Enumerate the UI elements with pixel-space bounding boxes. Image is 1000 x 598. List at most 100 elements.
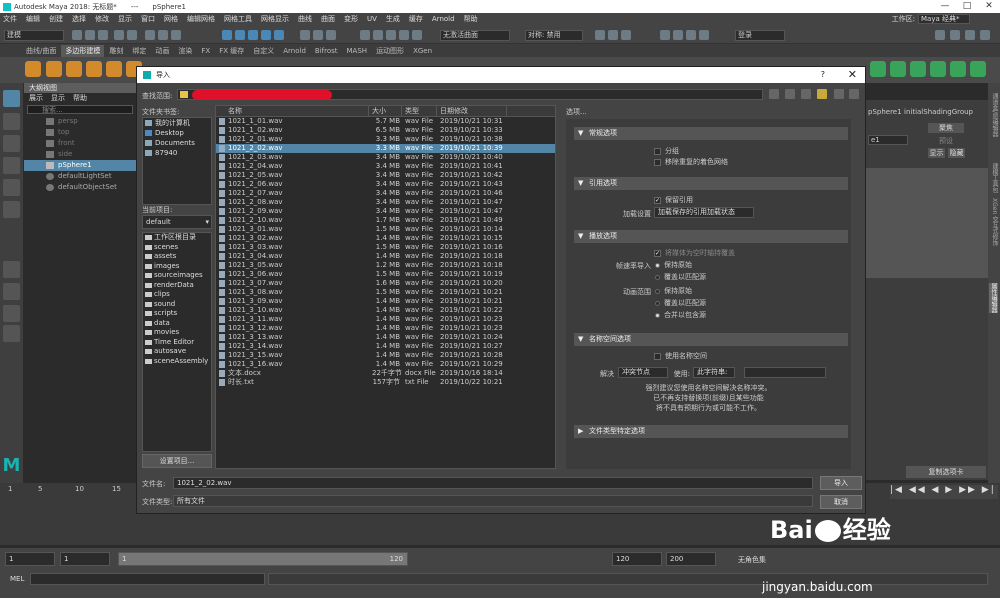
toolbar-icon-1[interactable]	[595, 30, 605, 40]
group-checkbox[interactable]: 分组	[654, 147, 679, 156]
shelf-tab-xgen[interactable]: XGen	[409, 45, 436, 57]
look-in-dropdown[interactable]	[177, 89, 763, 100]
dir-item[interactable]: sourceimages	[143, 271, 211, 281]
file-row[interactable]: 1021_2_03.wav 3.4 MB wav File 2019/10/21 10…	[216, 153, 555, 162]
keep-ref-checkbox[interactable]: ✓ 保留引用	[654, 196, 693, 205]
section-reference[interactable]: ▼ 引用选项	[574, 177, 848, 190]
input-output-icon[interactable]	[360, 30, 370, 40]
dir-item[interactable]: movies	[143, 328, 211, 338]
section-namespace[interactable]: ▼ 名称空间选项	[574, 333, 848, 346]
poly-cylinder-icon[interactable]	[66, 61, 82, 77]
shelf-tab-arnold[interactable]: Arnold	[279, 45, 310, 57]
col-name[interactable]: 名称	[216, 106, 369, 116]
move-tool-icon[interactable]	[3, 157, 20, 174]
start-time-field[interactable]: 1	[5, 552, 55, 566]
outliner-menu-display[interactable]: 显示	[51, 93, 65, 103]
side-tab-channel-box[interactable]: 通道盒/层编辑器	[990, 93, 999, 137]
file-row[interactable]: 1021_3_14.wav 1.4 MB wav File 2019/10/21 10…	[216, 342, 555, 351]
dir-item[interactable]: renderData	[143, 281, 211, 291]
import-button[interactable]: 导入	[820, 476, 862, 490]
shelf-tab-rendering[interactable]: 渲染	[174, 45, 196, 57]
outliner-search-input[interactable]: 搜索...	[27, 105, 133, 114]
section-playback[interactable]: ▼ 播放选项	[574, 230, 848, 243]
file-row[interactable]: 1021_1_02.wav 6.5 MB wav File 2019/10/21 10…	[216, 126, 555, 135]
using-dropdown[interactable]: 此字符串:	[693, 367, 735, 378]
render-settings-icon[interactable]	[412, 30, 422, 40]
file-row[interactable]: 1021_2_04.wav 3.4 MB wav File 2019/10/21 10…	[216, 162, 555, 171]
poly-cone-icon[interactable]	[86, 61, 102, 77]
snap-curve-icon[interactable]	[235, 30, 245, 40]
file-row[interactable]: 1021_3_12.wav 1.4 MB wav File 2019/10/21 10…	[216, 324, 555, 333]
show-button[interactable]: 显示	[928, 148, 945, 158]
attr-name-field[interactable]: e1	[868, 135, 908, 145]
project-dropdown[interactable]: default ▾	[142, 215, 212, 229]
shelf-tool-icon-5[interactable]	[950, 61, 966, 77]
bookmark-user[interactable]: 87940	[143, 148, 211, 158]
namespace-string-input[interactable]	[744, 367, 826, 378]
file-row[interactable]: 1021_2_10.wav 1.7 MB wav File 2019/10/21 10…	[216, 216, 555, 225]
redo-icon[interactable]	[127, 30, 137, 40]
menu-create[interactable]: 创建	[49, 14, 63, 24]
resolve-dropdown[interactable]: 冲突节点	[618, 367, 668, 378]
outliner-item-persp[interactable]: persp	[24, 116, 136, 127]
menu-edit[interactable]: 编辑	[26, 14, 40, 24]
select-object-icon[interactable]	[158, 30, 168, 40]
menu-deform[interactable]: 变形	[344, 14, 358, 24]
filename-input[interactable]: 1021_2_02.wav	[173, 477, 813, 489]
new-folder-icon[interactable]	[817, 89, 827, 99]
presets-button[interactable]: 预设	[928, 136, 964, 146]
bookmark-my-computer[interactable]: 我的计算机	[143, 118, 211, 128]
menuset-dropdown[interactable]: 建模	[4, 30, 64, 41]
menu-mesh-display[interactable]: 网格显示	[261, 14, 289, 24]
outliner-menu-help[interactable]: 帮助	[73, 93, 87, 103]
copy-tab-button[interactable]: 复制选项卡	[906, 466, 986, 478]
menu-windows[interactable]: 窗口	[141, 14, 155, 24]
dir-item[interactable]: assets	[143, 252, 211, 262]
up-folder-icon[interactable]	[801, 89, 811, 99]
character-controls-icon[interactable]	[950, 30, 960, 40]
shelf-tab-sculpting[interactable]: 雕刻	[105, 45, 127, 57]
file-row[interactable]: 1021_2_02.wav 3.3 MB wav File 2019/10/21 10…	[216, 144, 555, 153]
menu-display[interactable]: 显示	[118, 14, 132, 24]
hide-button[interactable]: 隐藏	[948, 148, 965, 158]
file-row[interactable]: 1021_3_15.wav 1.4 MB wav File 2019/10/21 10…	[216, 351, 555, 360]
file-row[interactable]: 时长.txt 157字节 txt File 2019/10/22 10:21	[216, 378, 555, 387]
playback-controls[interactable]: |◀ ◀◀ ◀ ▶ ▶▶ ▶|	[890, 485, 998, 499]
channel-box-icon[interactable]	[980, 30, 990, 40]
snap-point-icon[interactable]	[248, 30, 258, 40]
scale-tool-icon[interactable]	[3, 201, 20, 218]
dir-item[interactable]: sound	[143, 300, 211, 310]
outliner-item-psphere1[interactable]: pSphere1	[24, 160, 136, 171]
modeling-toolkit-icon[interactable]	[935, 30, 945, 40]
toolbar-icon-4[interactable]	[660, 30, 670, 40]
menu-surfaces[interactable]: 曲面	[321, 14, 335, 24]
file-row[interactable]: 1021_3_04.wav 1.4 MB wav File 2019/10/21 10…	[216, 252, 555, 261]
side-tab-xgen[interactable]: XGen 交互式修饰	[990, 198, 999, 246]
file-row[interactable]: 1021_3_05.wav 1.2 MB wav File 2019/10/21 10…	[216, 261, 555, 270]
dir-item[interactable]: 工作区根目录	[143, 233, 211, 243]
close-dialog-button[interactable]: ✕	[848, 68, 857, 81]
shelf-tab-poly-modeling[interactable]: 多边形建模	[61, 45, 105, 57]
file-row[interactable]: 1021_2_01.wav 3.3 MB wav File 2019/10/21 10…	[216, 135, 555, 144]
lock-icon[interactable]	[313, 30, 323, 40]
open-scene-icon[interactable]	[85, 30, 95, 40]
section-filetype[interactable]: ▶ 文件类型特定选项	[574, 425, 848, 438]
dir-item[interactable]: Time Editor	[143, 338, 211, 348]
menu-arnold[interactable]: Arnold	[432, 15, 455, 23]
shelf-tab-animation[interactable]: 动画	[151, 45, 173, 57]
detail-view-icon[interactable]	[849, 89, 859, 99]
login-dropdown[interactable]: 登录	[735, 30, 785, 41]
layout-icon[interactable]	[3, 305, 20, 322]
shelf-tab-fx-caching[interactable]: FX 缓存	[215, 45, 248, 57]
outliner-menu-show[interactable]: 展示	[29, 93, 43, 103]
shelf-tool-icon-2[interactable]	[890, 61, 906, 77]
dir-item[interactable]: images	[143, 262, 211, 272]
range-combine-radio[interactable]: 合并以包含源	[654, 311, 706, 320]
select-tool-icon[interactable]	[3, 90, 20, 107]
outliner-item-front[interactable]: front	[24, 138, 136, 149]
range-slider[interactable]: 1 120	[118, 552, 408, 566]
menu-generate[interactable]: 生成	[386, 14, 400, 24]
poly-sphere-icon[interactable]	[25, 61, 41, 77]
rotate-tool-icon[interactable]	[3, 179, 20, 196]
menu-mesh-tools[interactable]: 网格工具	[224, 14, 252, 24]
